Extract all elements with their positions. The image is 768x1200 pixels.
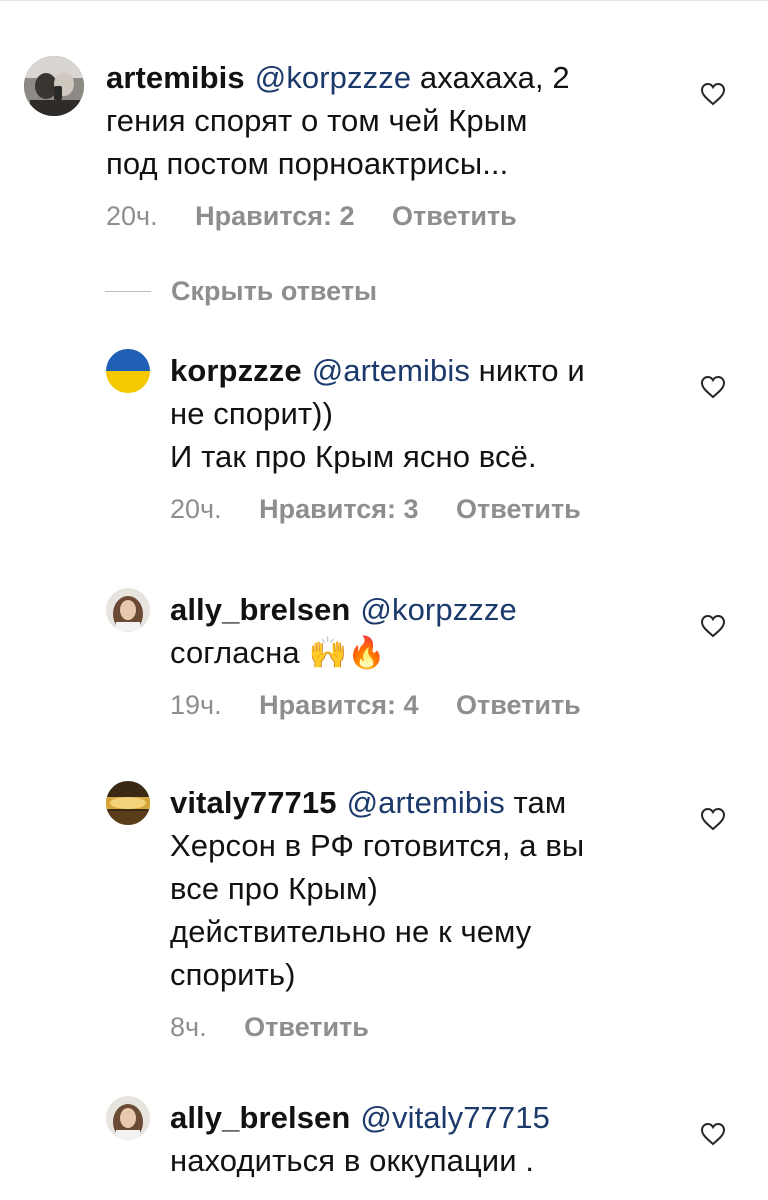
reply-button[interactable]: Ответить bbox=[456, 494, 581, 524]
comment-time: 20ч. bbox=[170, 494, 222, 524]
comment-text: действительно не к чему bbox=[170, 914, 532, 949]
comment-text: все про Крым) bbox=[170, 871, 378, 906]
avatar[interactable] bbox=[24, 56, 84, 116]
like-heart-icon[interactable] bbox=[700, 1122, 726, 1146]
like-heart-icon[interactable] bbox=[700, 614, 726, 638]
divider bbox=[105, 291, 151, 292]
avatar-photo-icon bbox=[24, 56, 84, 116]
reply-button[interactable]: Ответить bbox=[456, 690, 581, 720]
comment-mention[interactable]: @korpzzze bbox=[360, 592, 516, 627]
likes-count-button[interactable]: Нравится: 2 bbox=[195, 201, 354, 231]
like-heart-icon[interactable] bbox=[700, 807, 726, 831]
comment-time: 20ч. bbox=[106, 201, 158, 231]
comment-text: находиться в оккупации . bbox=[170, 1143, 535, 1178]
comment-text: Херсон в РФ готовится, а вы bbox=[170, 828, 585, 863]
hide-replies-label[interactable]: Скрыть ответы bbox=[171, 276, 377, 307]
comment-time: 8ч. bbox=[170, 1012, 207, 1042]
avatar-photo-icon bbox=[106, 781, 150, 825]
hide-replies-toggle[interactable]: Скрыть ответы bbox=[105, 276, 377, 307]
comment-text: спорить) bbox=[170, 957, 296, 992]
comment-time: 19ч. bbox=[170, 690, 222, 720]
like-heart-icon[interactable] bbox=[700, 82, 726, 106]
comment-username[interactable]: ally_brelsen bbox=[170, 1100, 350, 1135]
avatar[interactable] bbox=[106, 588, 150, 632]
comment-text: никто и bbox=[478, 353, 585, 388]
comment-username[interactable]: artemibis bbox=[106, 60, 245, 95]
comment-mention[interactable]: @vitaly77715 bbox=[360, 1100, 550, 1135]
comment-username[interactable]: vitaly77715 bbox=[170, 785, 337, 820]
likes-count-button[interactable]: Нравится: 3 bbox=[259, 494, 418, 524]
ukraine-flag-avatar-icon bbox=[106, 349, 150, 393]
comment-text: И так про Крым ясно всё. bbox=[170, 439, 537, 474]
emoji-raised-hands-fire-icon: 🙌🔥 bbox=[308, 635, 386, 670]
comment-username[interactable]: korpzzze bbox=[170, 353, 302, 388]
comment-mention[interactable]: @artemibis bbox=[312, 353, 470, 388]
comment-text: под постом порноактрисы... bbox=[106, 146, 509, 181]
like-heart-icon[interactable] bbox=[700, 375, 726, 399]
top-divider bbox=[0, 0, 768, 1]
avatar-photo-icon bbox=[106, 1096, 150, 1140]
comment-text: гения спорят о том чей Крым bbox=[106, 103, 528, 138]
avatar[interactable] bbox=[106, 1096, 150, 1140]
comment-mention[interactable]: @artemibis bbox=[347, 785, 505, 820]
avatar[interactable] bbox=[106, 349, 150, 393]
comment-username[interactable]: ally_brelsen bbox=[170, 592, 350, 627]
reply-button[interactable]: Ответить bbox=[392, 201, 517, 231]
comment-mention[interactable]: @korpzzze bbox=[255, 60, 411, 95]
comment-text: ахахаха, 2 bbox=[419, 60, 570, 95]
comment-text: не спорит)) bbox=[170, 396, 334, 431]
reply-button[interactable]: Ответить bbox=[244, 1012, 369, 1042]
avatar[interactable] bbox=[106, 781, 150, 825]
avatar-photo-icon bbox=[106, 588, 150, 632]
comment-text: там bbox=[513, 785, 567, 820]
likes-count-button[interactable]: Нравится: 4 bbox=[259, 690, 418, 720]
comment-text: согласна bbox=[170, 635, 300, 670]
